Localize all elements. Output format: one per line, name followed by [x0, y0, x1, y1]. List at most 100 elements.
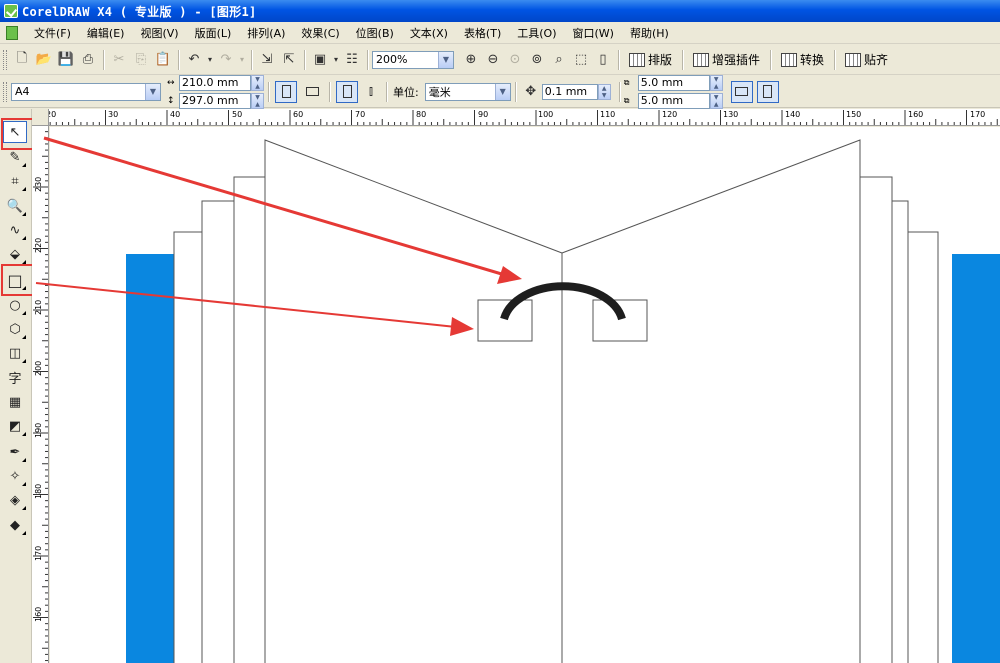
menu-view[interactable]: 视图(V) — [132, 25, 186, 41]
ruler-label: 200 — [34, 360, 43, 376]
duplicate-x-field[interactable]: 5.0 mm — [637, 74, 710, 91]
toolbar-grip[interactable] — [3, 81, 7, 102]
open-folder-icon[interactable]: 📂 — [33, 49, 55, 71]
basic-shapes-tool-icon[interactable]: ◫ — [3, 342, 27, 364]
landscape-button[interactable] — [301, 81, 323, 103]
page-width-field[interactable]: 210.0 mm — [179, 74, 251, 91]
smart-fill-tool-icon[interactable]: ⬙ — [3, 243, 27, 265]
zoom-level-combo[interactable]: 200% ▼ — [372, 50, 454, 69]
menu-file[interactable]: 文件(F) — [26, 25, 79, 41]
separator — [251, 49, 252, 70]
layout-plugin-button[interactable]: 排版 — [623, 51, 678, 68]
zoom-in-icon[interactable]: ⊕ — [460, 49, 482, 71]
spinner-arrows-icon[interactable]: ▼ ▲ — [251, 74, 264, 91]
options-icon[interactable]: ☷ — [341, 49, 363, 71]
menu-edit[interactable]: 编辑(E) — [79, 25, 133, 41]
draw-bounding-box-button[interactable] — [756, 80, 779, 103]
export-icon[interactable]: ⇱ — [278, 49, 300, 71]
landscape-icon — [305, 87, 319, 96]
page-height-spinner[interactable]: ↕ 297.0 mm ▼ ▲ — [167, 92, 264, 109]
horizontal-ruler[interactable]: 20 30 40 50 60 70 80 90 100 110 120 130 … — [32, 109, 1000, 126]
spinner-arrows-icon[interactable]: ▼ ▲ — [709, 92, 723, 109]
paper-size-combo[interactable]: A4 ▼ — [11, 82, 161, 101]
duplicate-y-icon: ⧉ — [623, 95, 630, 105]
print-icon[interactable]: ⎙ — [77, 49, 99, 71]
convert-button[interactable]: 转换 — [775, 51, 830, 68]
current-page-icon[interactable]: ⫾ — [360, 81, 382, 103]
page-width-spinner[interactable]: ↔ 210.0 mm ▼ ▲ — [167, 74, 264, 91]
redo-icon[interactable]: ↷ — [215, 49, 237, 71]
nudge-field[interactable]: 0.1 mm — [541, 83, 598, 100]
snap-button[interactable]: 贴齐 — [839, 51, 894, 68]
cut-icon[interactable]: ✂ — [108, 49, 130, 71]
freehand-tool-icon[interactable]: ∿ — [3, 219, 27, 241]
zoom-page-icon[interactable]: ⌕ — [548, 49, 570, 71]
zoom-all-objects-icon[interactable]: ⊚ — [526, 49, 548, 71]
application-launcher-icon[interactable]: ▣ — [309, 49, 331, 71]
text-tool-icon[interactable]: 字 — [3, 366, 27, 388]
zoom-tool-icon[interactable]: 🔍 — [3, 195, 27, 217]
interactive-fill-tool-icon[interactable]: ◆ — [3, 514, 27, 536]
zoom-page-height-icon[interactable]: ▯ — [592, 49, 614, 71]
enhance-plugin-button[interactable]: 增强插件 — [687, 51, 766, 68]
zoom-out-icon[interactable]: ⊖ — [482, 49, 504, 71]
duplicate-y-spinner[interactable]: ⧉ 5.0 mm ▼ ▲ — [624, 92, 723, 109]
spinner-arrows-icon[interactable]: ▼ ▲ — [251, 92, 264, 109]
blue-side-panel-left[interactable] — [126, 254, 174, 663]
chevron-down-icon[interactable]: ▼ — [438, 51, 453, 68]
menu-text[interactable]: 文本(X) — [402, 25, 456, 41]
save-icon[interactable]: 💾 — [55, 49, 77, 71]
duplicate-y-field[interactable]: 5.0 mm — [637, 92, 710, 109]
separator — [268, 81, 269, 102]
redo-dropdown-icon[interactable]: ▾ — [237, 49, 247, 71]
menu-window[interactable]: 窗口(W) — [565, 25, 622, 41]
snap-button-label: 贴齐 — [864, 53, 889, 67]
toolbar-grip[interactable] — [3, 49, 7, 70]
zoom-page-width-icon[interactable]: ⬚ — [570, 49, 592, 71]
chevron-down-icon[interactable]: ▼ — [145, 83, 160, 100]
paste-icon[interactable]: 📋 — [152, 49, 174, 71]
ellipse-tool-icon[interactable]: ○ — [3, 294, 27, 316]
interactive-blend-tool-icon[interactable]: ◩ — [3, 415, 27, 437]
fill-tool-icon[interactable]: ◈ — [3, 489, 27, 511]
menu-layout[interactable]: 版面(L) — [187, 25, 240, 41]
small-rectangle-left[interactable] — [477, 299, 533, 342]
polygon-tool-icon[interactable]: ⬡ — [3, 318, 27, 340]
zoom-selected-icon[interactable]: ⊙ — [504, 49, 526, 71]
menu-bitmaps[interactable]: 位图(B) — [348, 25, 402, 41]
spinner-arrows-icon[interactable]: ▼ ▲ — [709, 74, 723, 91]
outline-tool-icon[interactable]: ✧ — [3, 465, 27, 487]
eyedropper-tool-icon[interactable]: ✒ — [3, 441, 27, 463]
blue-side-panel-right[interactable] — [952, 254, 1000, 663]
duplicate-x-spinner[interactable]: ⧉ 5.0 mm ▼ ▲ — [624, 74, 723, 91]
menu-arrange[interactable]: 排列(A) — [239, 25, 293, 41]
menu-table[interactable]: 表格(T) — [456, 25, 509, 41]
front-page-right[interactable] — [561, 139, 861, 663]
spinner-arrows-icon[interactable]: ▲ ▼ — [597, 83, 611, 100]
treat-as-filled-button[interactable] — [730, 80, 753, 103]
chevron-down-icon[interactable]: ▼ — [494, 83, 510, 100]
menu-tools[interactable]: 工具(O) — [509, 25, 564, 41]
crop-tool-icon[interactable]: ⌗ — [3, 170, 27, 192]
undo-icon[interactable]: ↶ — [183, 49, 205, 71]
import-icon[interactable]: ⇲ — [256, 49, 278, 71]
menu-effects[interactable]: 效果(C) — [293, 25, 347, 41]
document-icon[interactable] — [6, 25, 18, 40]
drawing-canvas[interactable] — [50, 127, 1000, 663]
portrait-button[interactable] — [275, 80, 297, 103]
undo-dropdown-icon[interactable]: ▾ — [205, 49, 215, 71]
nudge-spinner[interactable]: 0.1 mm ▲ ▼ — [541, 83, 611, 100]
all-pages-button[interactable] — [336, 80, 358, 103]
separator — [770, 49, 772, 70]
unit-combo[interactable]: 毫米 ▼ — [424, 82, 511, 101]
menu-help[interactable]: 帮助(H) — [622, 25, 677, 41]
vertical-ruler[interactable]: 230 220 210 200 190 180 170 160 — [32, 126, 49, 663]
page-height-field[interactable]: 297.0 mm — [179, 92, 251, 109]
ruler-origin[interactable] — [32, 109, 49, 126]
table-tool-icon[interactable]: ▦ — [3, 391, 27, 413]
separator — [618, 49, 619, 70]
copy-icon[interactable]: ⎘ — [130, 49, 152, 71]
front-page-left[interactable] — [264, 139, 563, 663]
launcher-dropdown-icon[interactable]: ▾ — [331, 49, 341, 71]
new-document-icon[interactable]: 🗋 — [11, 49, 33, 71]
